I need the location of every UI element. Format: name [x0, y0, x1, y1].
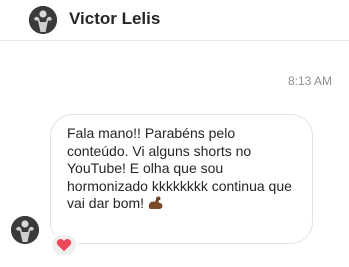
message-timestamp: 8:13 AM: [287, 74, 332, 88]
sender-avatar[interactable]: [11, 216, 39, 244]
message-text: Fala mano!! Parabéns pelo conteúdo. Vi a…: [67, 125, 292, 211]
contact-name[interactable]: Victor Lelis: [69, 9, 160, 29]
flexed-biceps-icon: [148, 196, 163, 209]
contact-avatar[interactable]: [29, 6, 57, 34]
avatar-photo-icon: [11, 216, 39, 244]
avatar-photo-icon: [29, 6, 57, 34]
reaction-badge[interactable]: [50, 233, 78, 257]
chat-header: Victor Lelis: [0, 0, 349, 41]
message-bubble[interactable]: Fala mano!! Parabéns pelo conteúdo. Vi a…: [50, 114, 313, 244]
red-heart-icon: [56, 239, 72, 252]
dm-thread: Victor Lelis 8:13 AM Fala mano!! Parabén…: [0, 0, 349, 267]
message-text-block: Fala mano!! Parabéns pelo conteúdo. Vi a…: [67, 125, 298, 213]
